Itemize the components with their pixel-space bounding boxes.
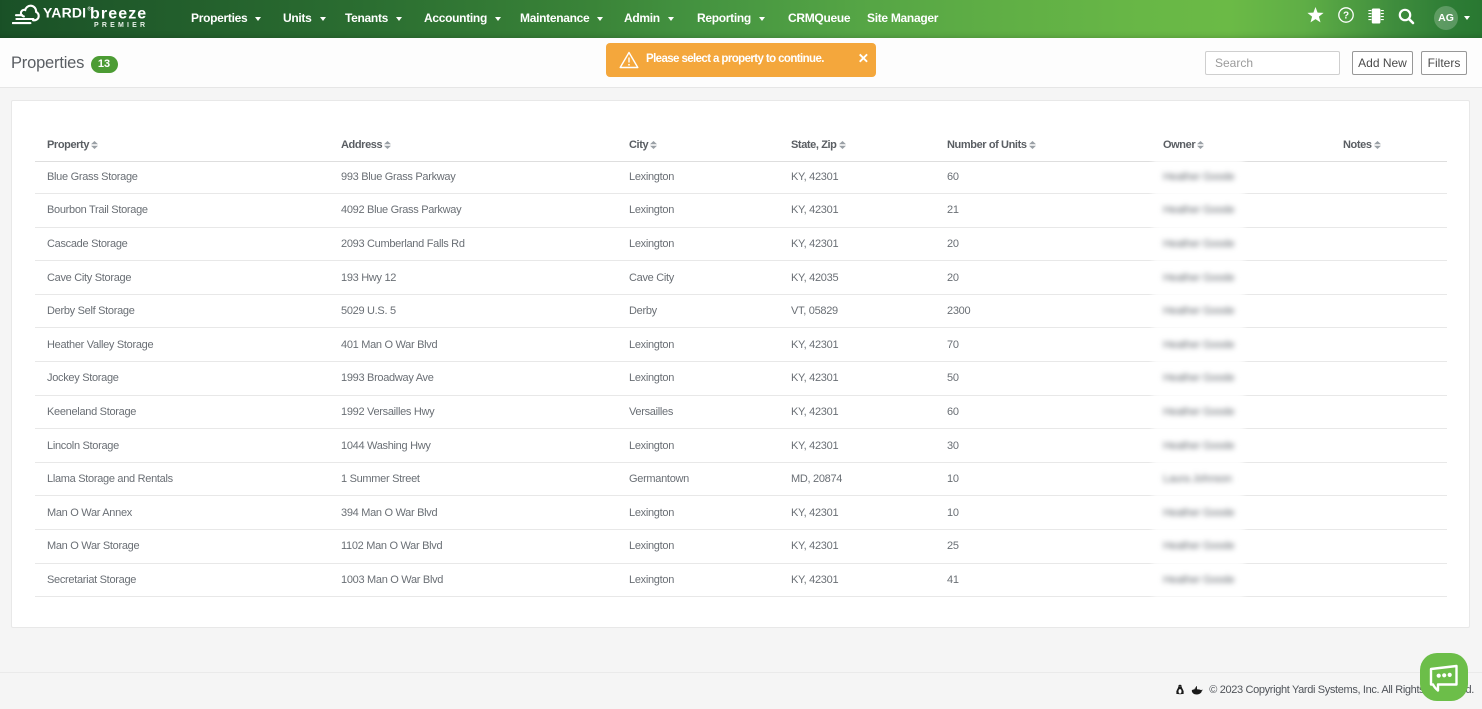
svg-text:?: ? (1343, 11, 1349, 22)
svg-text:PREMIER: PREMIER (94, 22, 148, 29)
svg-text:YARDI: YARDI (43, 4, 86, 20)
svg-text:breeze: breeze (90, 6, 147, 23)
